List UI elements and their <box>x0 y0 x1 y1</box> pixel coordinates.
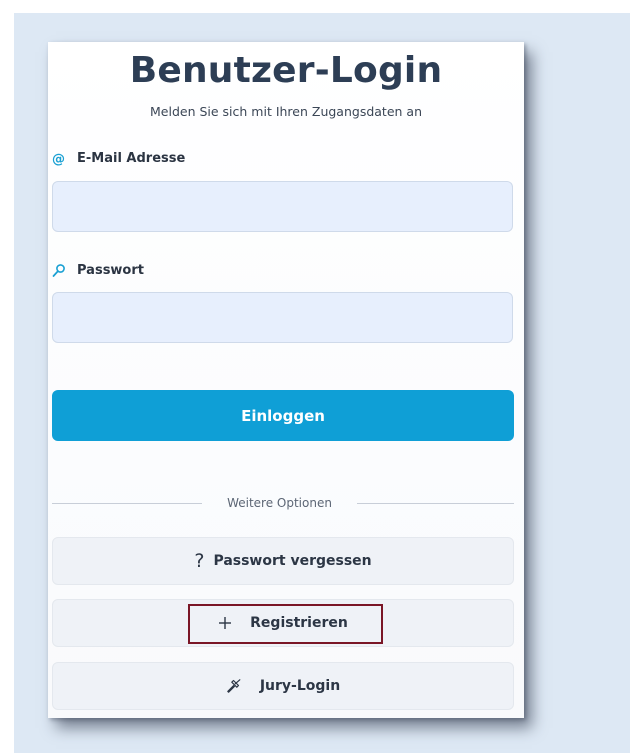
jury-login-label: Jury-Login <box>259 678 341 694</box>
divider-line-left <box>52 503 202 504</box>
page-title: Benutzer-Login <box>129 50 443 91</box>
login-button-label: Einloggen <box>241 406 325 425</box>
forgot-password-button[interactable]: ? Passwort vergessen <box>52 537 514 585</box>
options-divider: Weitere Optionen <box>52 494 514 512</box>
register-button[interactable]: Registrieren <box>52 599 514 647</box>
plus-icon <box>218 616 241 630</box>
jury-login-button[interactable]: Jury-Login <box>52 662 514 710</box>
password-label-text: Passwort <box>77 263 144 278</box>
forgot-password-label: Passwort vergessen <box>213 553 372 569</box>
email-label: @ E-Mail Adresse <box>52 150 185 168</box>
at-icon: @ <box>52 151 66 167</box>
svg-text:@: @ <box>52 152 65 167</box>
email-field[interactable] <box>52 181 513 232</box>
password-label: Passwort <box>52 262 144 280</box>
login-button[interactable]: Einloggen <box>52 390 514 441</box>
page-subtitle: Melden Sie sich mit Ihren Zugangsdaten a… <box>150 104 422 119</box>
password-field[interactable] <box>52 292 513 343</box>
key-icon <box>52 263 66 279</box>
login-card: Benutzer-Login Melden Sie sich mit Ihren… <box>48 42 524 718</box>
email-label-text: E-Mail Adresse <box>77 151 186 166</box>
register-label: Registrieren <box>250 615 348 631</box>
hammer-icon <box>226 678 251 694</box>
divider-label: Weitere Optionen <box>227 496 332 510</box>
question-icon: ? <box>194 550 205 572</box>
divider-line-right <box>357 503 514 504</box>
